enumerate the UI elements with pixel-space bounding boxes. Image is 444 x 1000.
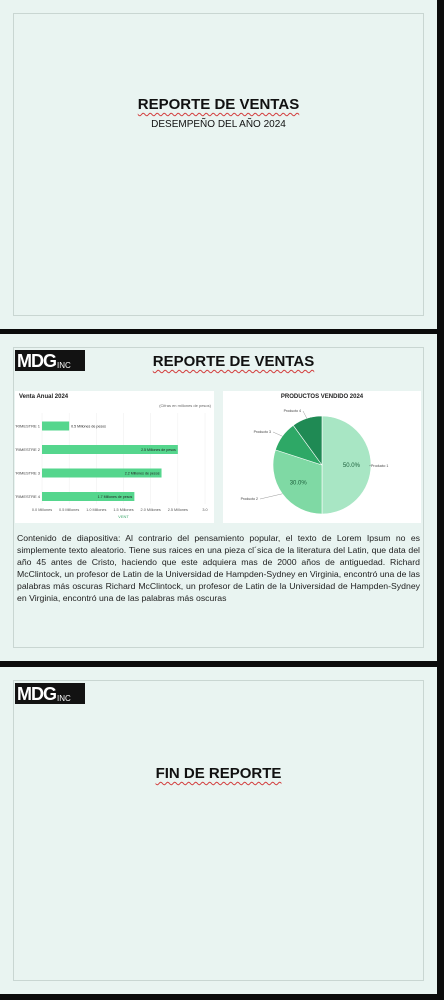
bar-chart-panel: Venta Anual 2024 (Cifras en millones de … bbox=[15, 391, 214, 523]
x-tick-label: 0.5 Millones bbox=[59, 508, 79, 512]
y-tick-label: TRIMESTRE 2 bbox=[15, 447, 41, 452]
pie-slice-label: Producto 4 bbox=[284, 409, 301, 413]
company-logo: MDG INC bbox=[15, 683, 85, 704]
slide-end: MDG INC FIN DE REPORTE bbox=[0, 667, 437, 994]
y-tick-label: TRIMESTRE 3 bbox=[15, 471, 41, 476]
slide-title: REPORTE DE VENTAS bbox=[152, 353, 315, 370]
logo-suffix: INC bbox=[57, 694, 71, 703]
pie-slice-label: Producto 3 bbox=[254, 430, 271, 434]
y-tick-label: TRIMESTRE 4 bbox=[15, 494, 41, 499]
end-title: FIN DE REPORTE bbox=[155, 765, 282, 782]
logo-main: MDG bbox=[17, 684, 57, 704]
slide-body-text: Contenido de diapositiva: Al contrario d… bbox=[17, 533, 420, 603]
x-tick-label: 2.0 Millones bbox=[141, 508, 161, 512]
pie-leader-line bbox=[272, 431, 283, 437]
slide-report: MDG INC REPORTE DE VENTAS Venta Anual 20… bbox=[0, 334, 437, 661]
pie-slice-label: Producto 1 bbox=[371, 464, 388, 468]
pie-percent-label: 30.0% bbox=[290, 480, 308, 486]
report-subtitle: DESEMPEÑO DEL AÑO 2024 bbox=[151, 119, 286, 130]
pie-percent-label: 50.0% bbox=[343, 463, 361, 469]
bar-value-label: 0.5 Millones de pesos bbox=[71, 425, 106, 429]
pie-chart: 50.0% Producto 1 30.0% Producto 2 Producto 3… bbox=[241, 409, 388, 515]
bar-value-label: 2.2 Millones de pesos bbox=[125, 472, 160, 476]
slide-frame bbox=[13, 680, 424, 981]
x-tick-label: 1.5 Millones bbox=[113, 508, 133, 512]
bar-chart: 0.0 Millones 0.5 Millones 1.0 Millones 1.5 … bbox=[15, 413, 208, 519]
x-tick-label: 1.0 Millones bbox=[86, 508, 106, 512]
pie-leader-line bbox=[259, 493, 283, 500]
bar-value-label: 2.5 Millones de pesos bbox=[141, 448, 176, 452]
pie-slice-label: Producto 2 bbox=[241, 497, 258, 501]
bar-value-label: 1.7 Millones de pesos bbox=[98, 495, 133, 499]
slide-title: REPORTE DE VENTAS DESEMPEÑO DEL AÑO 2024 bbox=[0, 0, 437, 329]
x-axis-label: VENT bbox=[118, 514, 129, 519]
x-tick-label: 0.0 Millones bbox=[32, 508, 52, 512]
slide-frame bbox=[13, 13, 424, 316]
bar bbox=[42, 421, 70, 431]
y-tick-label: TRIMESTRE 1 bbox=[15, 424, 41, 429]
x-tick-label: 3.0 bbox=[202, 508, 207, 512]
pie-leader-line bbox=[302, 410, 307, 419]
report-title: REPORTE DE VENTAS bbox=[137, 96, 300, 113]
pie-chart-panel: PRODUCTOS VENDIDO 2024 50.0% Producto 1 30… bbox=[223, 391, 421, 523]
x-tick-label: 2.5 Millones bbox=[168, 508, 188, 512]
